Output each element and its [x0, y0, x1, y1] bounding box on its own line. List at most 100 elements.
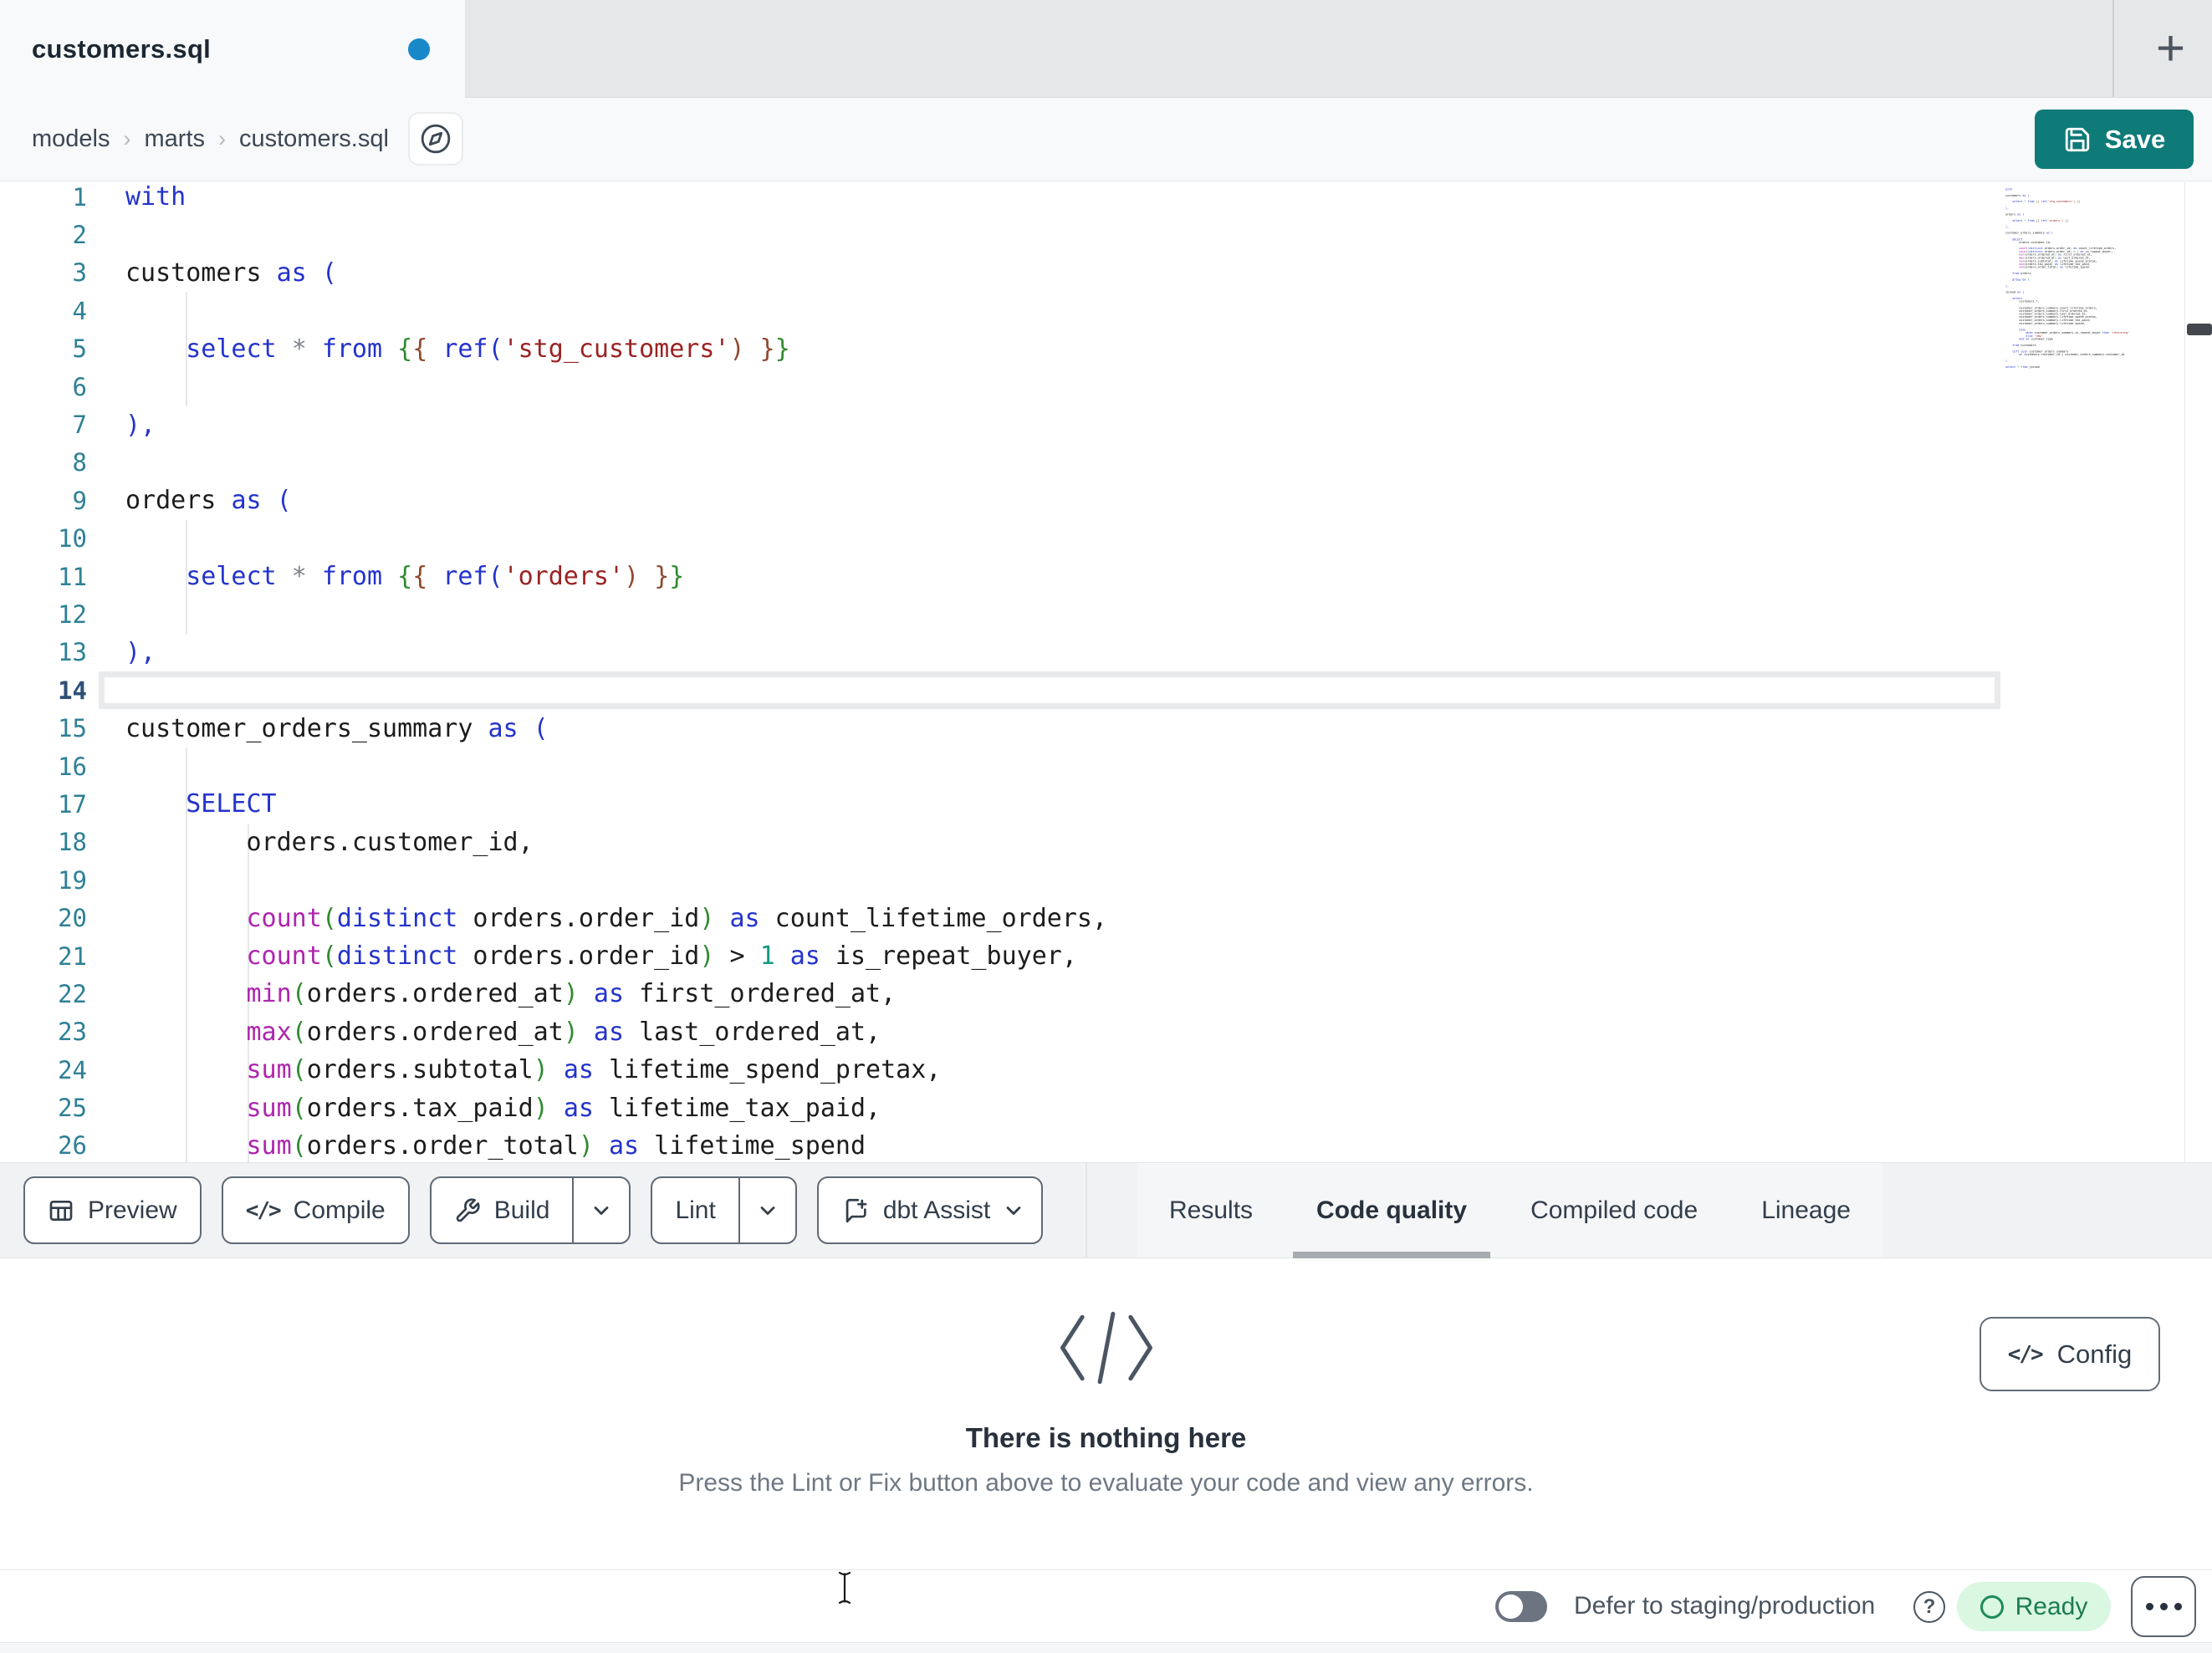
tab-lineage[interactable]: Lineage: [1729, 1163, 1882, 1258]
code-line[interactable]: 21 count(distinct orders.order_id) > 1 a…: [0, 937, 2000, 975]
code-line[interactable]: 16: [0, 747, 2000, 785]
compile-button[interactable]: </> Compile: [221, 1176, 410, 1244]
code-line-content: orders.customer_id,: [125, 827, 534, 857]
editor-header: models › marts › customers.sql Save: [0, 98, 2212, 181]
code-line-content: orders as (: [125, 486, 292, 516]
chevron-down-icon: [1002, 1199, 1025, 1222]
code-line[interactable]: 1 with: [0, 182, 2000, 216]
code-line[interactable]: 26 sum(orders.order_total) as lifetime_s…: [0, 1127, 2000, 1162]
preview-button[interactable]: Preview: [23, 1176, 202, 1244]
tab-bar-empty-area: [465, 0, 2212, 98]
file-tab-customers-sql[interactable]: customers.sql: [0, 0, 465, 98]
code-line[interactable]: 22 min(orders.ordered_at) as first_order…: [0, 975, 2000, 1013]
toggle-knob: [1499, 1594, 1523, 1619]
breadcrumb-item[interactable]: models: [32, 125, 110, 153]
defer-label: Defer to staging/production: [1574, 1592, 1876, 1620]
line-number: 24: [58, 1055, 87, 1084]
chat-sparkle-icon: [841, 1196, 870, 1225]
more-options-button[interactable]: [2131, 1576, 2196, 1637]
status-badge: Ready: [1957, 1582, 2111, 1631]
code-line-content: [99, 292, 2000, 329]
code-line-content: ),: [125, 410, 156, 440]
breadcrumb-item[interactable]: customers.sql: [239, 125, 389, 153]
code-line[interactable]: 12: [0, 595, 2000, 633]
save-button[interactable]: Save: [2035, 110, 2194, 169]
code-line[interactable]: 10: [0, 520, 2000, 558]
code-line[interactable]: 4: [0, 292, 2000, 329]
defer-toggle[interactable]: [1495, 1591, 1547, 1622]
dbt-assist-dropdown[interactable]: [999, 1178, 1041, 1242]
lint-dropdown-button[interactable]: [738, 1178, 795, 1242]
code-line[interactable]: 13),: [0, 634, 2000, 671]
code-line[interactable]: 11 select * from {{ ref('orders') }}: [0, 558, 2000, 595]
bottom-strip: [0, 1642, 2212, 1653]
code-line[interactable]: 25 sum(orders.tax_paid) as lifetime_tax_…: [0, 1089, 2000, 1126]
code-editor[interactable]: 1 with 2 3 customers as (4 5 select * from {{…: [0, 182, 2212, 1162]
help-icon[interactable]: ?: [1913, 1591, 1945, 1623]
save-button-label: Save: [2104, 124, 2166, 154]
new-tab-button[interactable]: +: [2129, 0, 2212, 97]
dbt-assist-button[interactable]: dbt Assist: [816, 1176, 1044, 1244]
empty-state: There is nothing here Press the Lint or …: [0, 1310, 2212, 1497]
code-line-content: [99, 747, 2000, 785]
breadcrumb-separator: ›: [123, 126, 131, 151]
tab-bar: customers.sql +: [0, 0, 2212, 98]
line-number: 19: [58, 865, 87, 895]
minimap[interactable]: with customers as ( select * from {{ ref(…: [2005, 188, 2183, 564]
code-line-content: SELECT: [186, 789, 277, 819]
lint-button-label: Lint: [675, 1196, 716, 1224]
line-number: 5: [72, 334, 87, 364]
code-line[interactable]: 24 sum(orders.subtotal) as lifetime_spen…: [0, 1051, 2000, 1089]
scrollbar-thumb[interactable]: [2187, 324, 2212, 335]
build-dropdown-button[interactable]: [572, 1178, 629, 1242]
ide-window: customers.sql + models › marts › customers.s…: [0, 0, 2212, 1653]
breadcrumb-item[interactable]: marts: [145, 125, 206, 153]
code-line-content: [99, 595, 2000, 633]
lint-button[interactable]: Lint: [652, 1178, 738, 1242]
code-line[interactable]: 19: [0, 861, 2000, 899]
tab-results[interactable]: Results: [1137, 1163, 1285, 1258]
code-line-content: [99, 671, 2000, 710]
line-number: 18: [58, 828, 87, 857]
code-line-content: ),: [125, 637, 156, 667]
line-number: 3: [72, 258, 87, 288]
minimap-content: with customers as ( select * from {{ ref(…: [2005, 188, 2130, 370]
code-line-content: [99, 368, 2000, 406]
lint-split-button[interactable]: Lint: [651, 1176, 797, 1244]
tab-code-quality[interactable]: Code quality: [1285, 1163, 1499, 1258]
wrench-icon: [454, 1197, 481, 1224]
unsaved-changes-dot-icon: [408, 38, 430, 60]
dbt-assist-label: dbt Assist: [882, 1196, 991, 1224]
code-line-content: count(distinct orders.order_id) > 1 as i…: [246, 941, 1077, 971]
code-line-content: count(distinct orders.order_id) as count…: [246, 903, 1108, 933]
results-tabs: Results Code quality Compiled code Lineage: [1137, 1163, 1882, 1258]
code-line[interactable]: 14: [0, 671, 2000, 710]
line-number: 7: [72, 411, 87, 440]
status-circle-icon: [1980, 1594, 2004, 1619]
code-line[interactable]: 2: [0, 216, 2000, 253]
line-number: 20: [58, 904, 87, 933]
code-line[interactable]: 7),: [0, 406, 2000, 443]
line-number: 14: [58, 676, 87, 705]
code-line[interactable]: 8: [0, 444, 2000, 482]
floppy-disk-icon: [2063, 125, 2092, 154]
code-line[interactable]: 18 orders.customer_id,: [0, 824, 2000, 861]
code-line[interactable]: 5 select * from {{ ref('stg_customers') …: [0, 330, 2000, 368]
status-badge-label: Ready: [2015, 1592, 2088, 1620]
explore-lineage-button[interactable]: [408, 112, 463, 166]
empty-state-title: There is nothing here: [965, 1422, 1247, 1453]
line-number: 2: [72, 221, 87, 250]
build-split-button[interactable]: Build: [429, 1176, 631, 1244]
config-button[interactable]: </> Config: [1980, 1317, 2160, 1391]
build-button[interactable]: Build: [432, 1178, 573, 1242]
code-line[interactable]: 6: [0, 368, 2000, 406]
code-line[interactable]: 23 max(orders.ordered_at) as last_ordere…: [0, 1013, 2000, 1051]
code-line[interactable]: 20 count(distinct orders.order_id) as co…: [0, 899, 2000, 936]
code-line[interactable]: 9 orders as (: [0, 482, 2000, 519]
line-number: 17: [58, 789, 87, 819]
code-line[interactable]: 17 SELECT: [0, 785, 2000, 823]
tab-compiled-code[interactable]: Compiled code: [1499, 1163, 1729, 1258]
code-line-content: [99, 216, 2000, 253]
code-line[interactable]: 3 customers as (: [0, 254, 2000, 292]
code-line[interactable]: 15 customer_orders_summary as (: [0, 709, 2000, 747]
